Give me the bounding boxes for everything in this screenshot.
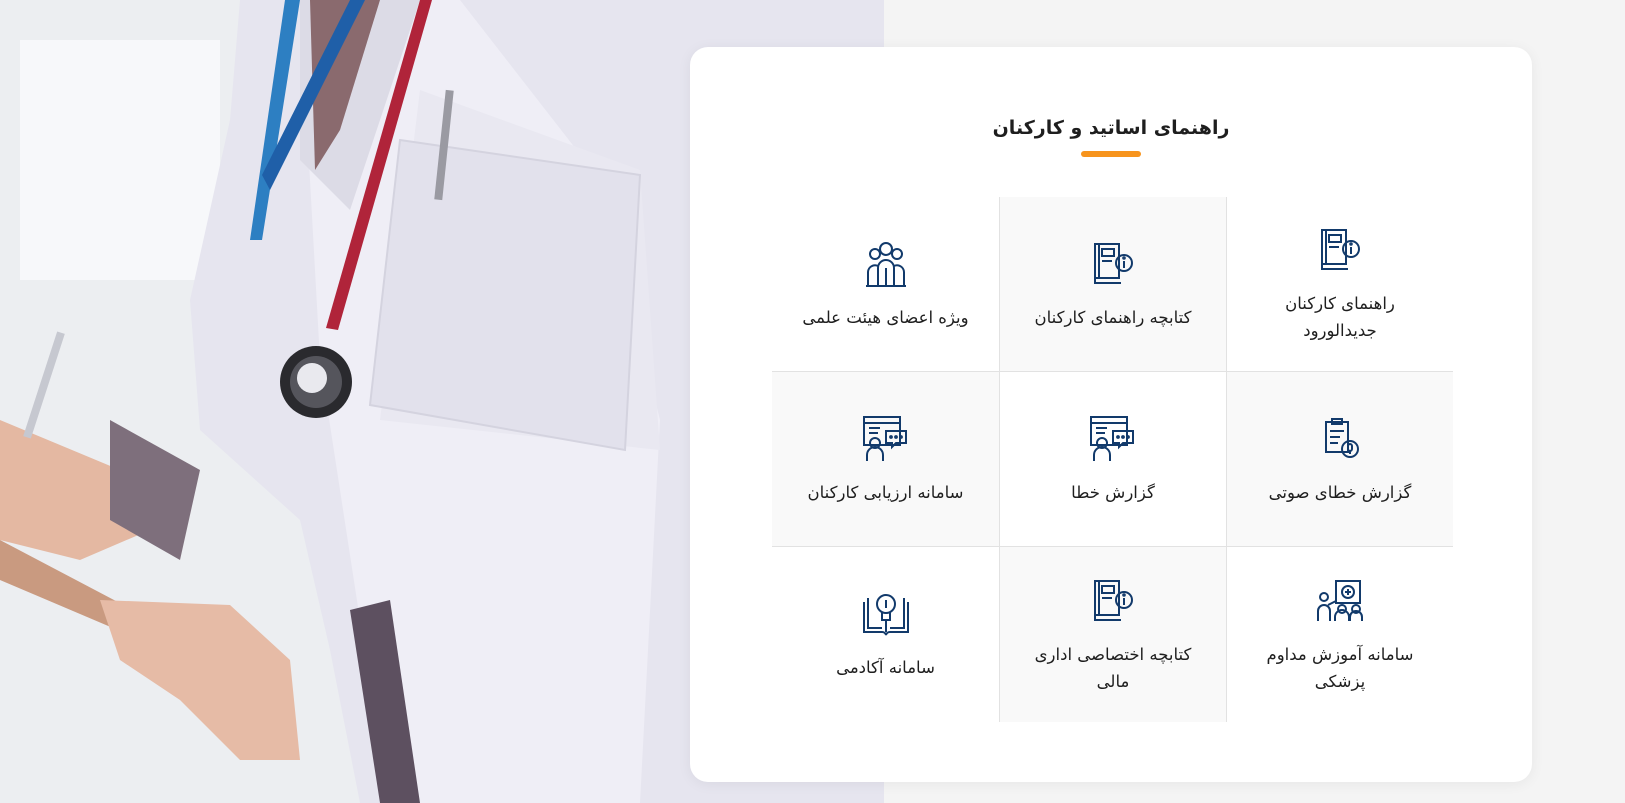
book-info-icon	[1094, 242, 1133, 284]
guide-item-new-staff[interactable]: راهنمای کارکنان جدیدالورود	[1226, 197, 1453, 372]
guide-item-finance-handbook[interactable]: کتابچه اختصاصی اداری مالی	[999, 547, 1226, 722]
book-info-icon	[1321, 229, 1360, 270]
guide-item-staff-handbook[interactable]: کتابچه راهنمای کارکنان	[999, 197, 1226, 372]
title-underline	[1081, 151, 1141, 157]
web-chat-evaluation-icon	[862, 415, 907, 461]
clipboard-mic-icon	[1325, 417, 1359, 458]
lightbulb-book-icon	[862, 594, 909, 639]
book-info-icon	[1094, 579, 1133, 621]
guide-item-voice-error[interactable]: گزارش خطای صوتی	[1226, 372, 1453, 547]
guide-item-label: راهنمای کارکنان جدیدالورود	[1285, 294, 1395, 340]
guide-item-faculty[interactable]: ویژه اعضای هیئت علمی	[772, 197, 999, 372]
faculty-group-icon	[865, 241, 906, 287]
guide-item-error-report[interactable]: گزارش خطا	[999, 372, 1226, 547]
guide-item-label: کتابچه راهنمای کارکنان	[1034, 307, 1192, 327]
guide-item-label: سامانه آموزش مداوم پزشکی	[1266, 644, 1414, 691]
guide-item-label: گزارش خطای صوتی	[1268, 482, 1412, 502]
guide-item-staff-evaluation[interactable]: سامانه ارزیابی کارکنان	[772, 372, 999, 547]
guide-item-label: کتابچه اختصاصی اداری مالی	[1034, 644, 1192, 691]
guide-grid: راهنمای کارکنان جدیدالورود کتابچه راهنما…	[770, 197, 1453, 723]
panel-title: راهنمای اساتید و کارکنان	[992, 117, 1230, 139]
guide-item-label: سامانه آکادمی	[836, 658, 935, 677]
medical-training-icon	[1317, 579, 1363, 621]
guide-item-academy[interactable]: سامانه آکادمی	[772, 547, 999, 722]
guide-item-cme[interactable]: سامانه آموزش مداوم پزشکی	[1226, 547, 1453, 722]
web-chat-report-icon	[1090, 415, 1134, 461]
guide-item-label: سامانه ارزیابی کارکنان	[807, 482, 964, 502]
guide-item-label: ویژه اعضای هیئت علمی	[802, 307, 969, 327]
staff-guide-panel: راهنمای اساتید و کارکنان راهنمای کارکنان…	[690, 47, 1532, 782]
guide-item-label: گزارش خطا	[1071, 482, 1155, 502]
